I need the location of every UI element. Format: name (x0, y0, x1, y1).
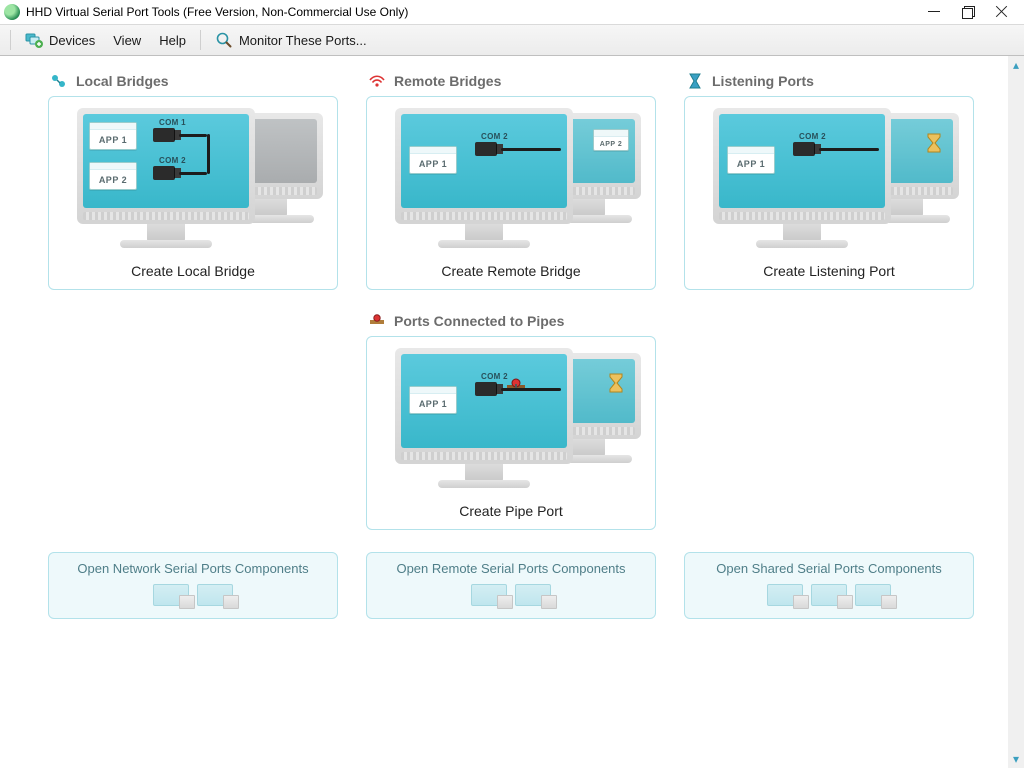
listening-ports-icon (686, 72, 704, 90)
help-label: Help (159, 33, 186, 48)
com2-label-listen: COM 2 (799, 132, 826, 141)
app1-label-pipe: APP 1 (410, 395, 456, 413)
section-header-local: Local Bridges (50, 72, 338, 90)
section-header-listening: Listening Ports (686, 72, 974, 90)
window-title: HHD Virtual Serial Port Tools (Free Vers… (26, 5, 408, 19)
search-icon (215, 31, 233, 49)
section-header-pipes: Ports Connected to Pipes (368, 312, 656, 330)
monitor-ports-button[interactable]: Monitor These Ports... (207, 29, 375, 51)
open-network-components-card[interactable]: Open Network Serial Ports Components (48, 552, 338, 619)
local-bridge-illustration: APP 1 APP 2 COM 1 COM 2 (55, 103, 331, 253)
listening-port-illustration: APP 1 COM 2 (691, 103, 967, 253)
start-page: Local Bridges APP 1 APP 2 COM 1 (0, 56, 1008, 768)
minimize-button[interactable] (928, 6, 940, 18)
network-components-icons (55, 584, 331, 606)
create-local-bridge-label: Create Local Bridge (55, 263, 331, 279)
remote-bridges-icon (368, 72, 386, 90)
section-header-remote: Remote Bridges (368, 72, 656, 90)
maximize-button[interactable] (962, 6, 974, 18)
section-title-remote: Remote Bridges (394, 73, 501, 89)
create-pipe-port-card[interactable]: APP 1 COM 2 Create Pipe Port (366, 336, 656, 530)
section-title-listening: Listening Ports (712, 73, 814, 89)
devices-icon (25, 31, 43, 49)
window-controls (928, 6, 1020, 18)
open-network-components-label: Open Network Serial Ports Components (55, 561, 331, 576)
view-label: View (113, 33, 141, 48)
app-icon (4, 4, 20, 20)
scroll-down-icon[interactable]: ▾ (1008, 750, 1024, 768)
create-remote-bridge-label: Create Remote Bridge (373, 263, 649, 279)
view-menu[interactable]: View (105, 31, 149, 50)
com2-label: COM 2 (159, 156, 186, 165)
open-remote-components-card[interactable]: Open Remote Serial Ports Components (366, 552, 656, 619)
com1-label: COM 1 (159, 118, 186, 127)
help-menu[interactable]: Help (151, 31, 194, 50)
vertical-scrollbar[interactable]: ▴ ▾ (1008, 56, 1024, 768)
title-bar: HHD Virtual Serial Port Tools (Free Vers… (0, 0, 1024, 24)
create-local-bridge-card[interactable]: APP 1 APP 2 COM 1 COM 2 (48, 96, 338, 290)
create-listening-port-label: Create Listening Port (691, 263, 967, 279)
scroll-up-icon[interactable]: ▴ (1008, 56, 1024, 74)
create-remote-bridge-card[interactable]: APP 2 APP 1 COM 2 Create Remo (366, 96, 656, 290)
remote-components-icons (373, 584, 649, 606)
com2-label-remote: COM 2 (481, 132, 508, 141)
monitor-ports-label: Monitor These Ports... (239, 33, 367, 48)
open-shared-components-card[interactable]: Open Shared Serial Ports Components (684, 552, 974, 619)
create-pipe-port-label: Create Pipe Port (373, 503, 649, 519)
app1-label-listen: APP 1 (728, 155, 774, 173)
pipe-port-illustration: APP 1 COM 2 (373, 343, 649, 493)
app1-label: APP 1 (90, 131, 136, 149)
devices-menu[interactable]: Devices (17, 29, 103, 51)
section-title-pipes: Ports Connected to Pipes (394, 313, 564, 329)
open-shared-components-label: Open Shared Serial Ports Components (691, 561, 967, 576)
app2-label-back: APP 2 (594, 138, 628, 150)
toolbar: Devices View Help Monitor These Ports... (0, 24, 1024, 56)
com2-label-pipe: COM 2 (481, 372, 508, 381)
app2-label: APP 2 (90, 171, 136, 189)
close-button[interactable] (996, 6, 1008, 18)
remote-bridge-illustration: APP 2 APP 1 COM 2 (373, 103, 649, 253)
app1-label-remote: APP 1 (410, 155, 456, 173)
section-title-local: Local Bridges (76, 73, 169, 89)
devices-label: Devices (49, 33, 95, 48)
local-bridges-icon (50, 72, 68, 90)
open-remote-components-label: Open Remote Serial Ports Components (373, 561, 649, 576)
shared-components-icons (691, 584, 967, 606)
create-listening-port-card[interactable]: APP 1 COM 2 Create Listening Port (684, 96, 974, 290)
pipes-icon (368, 312, 386, 330)
